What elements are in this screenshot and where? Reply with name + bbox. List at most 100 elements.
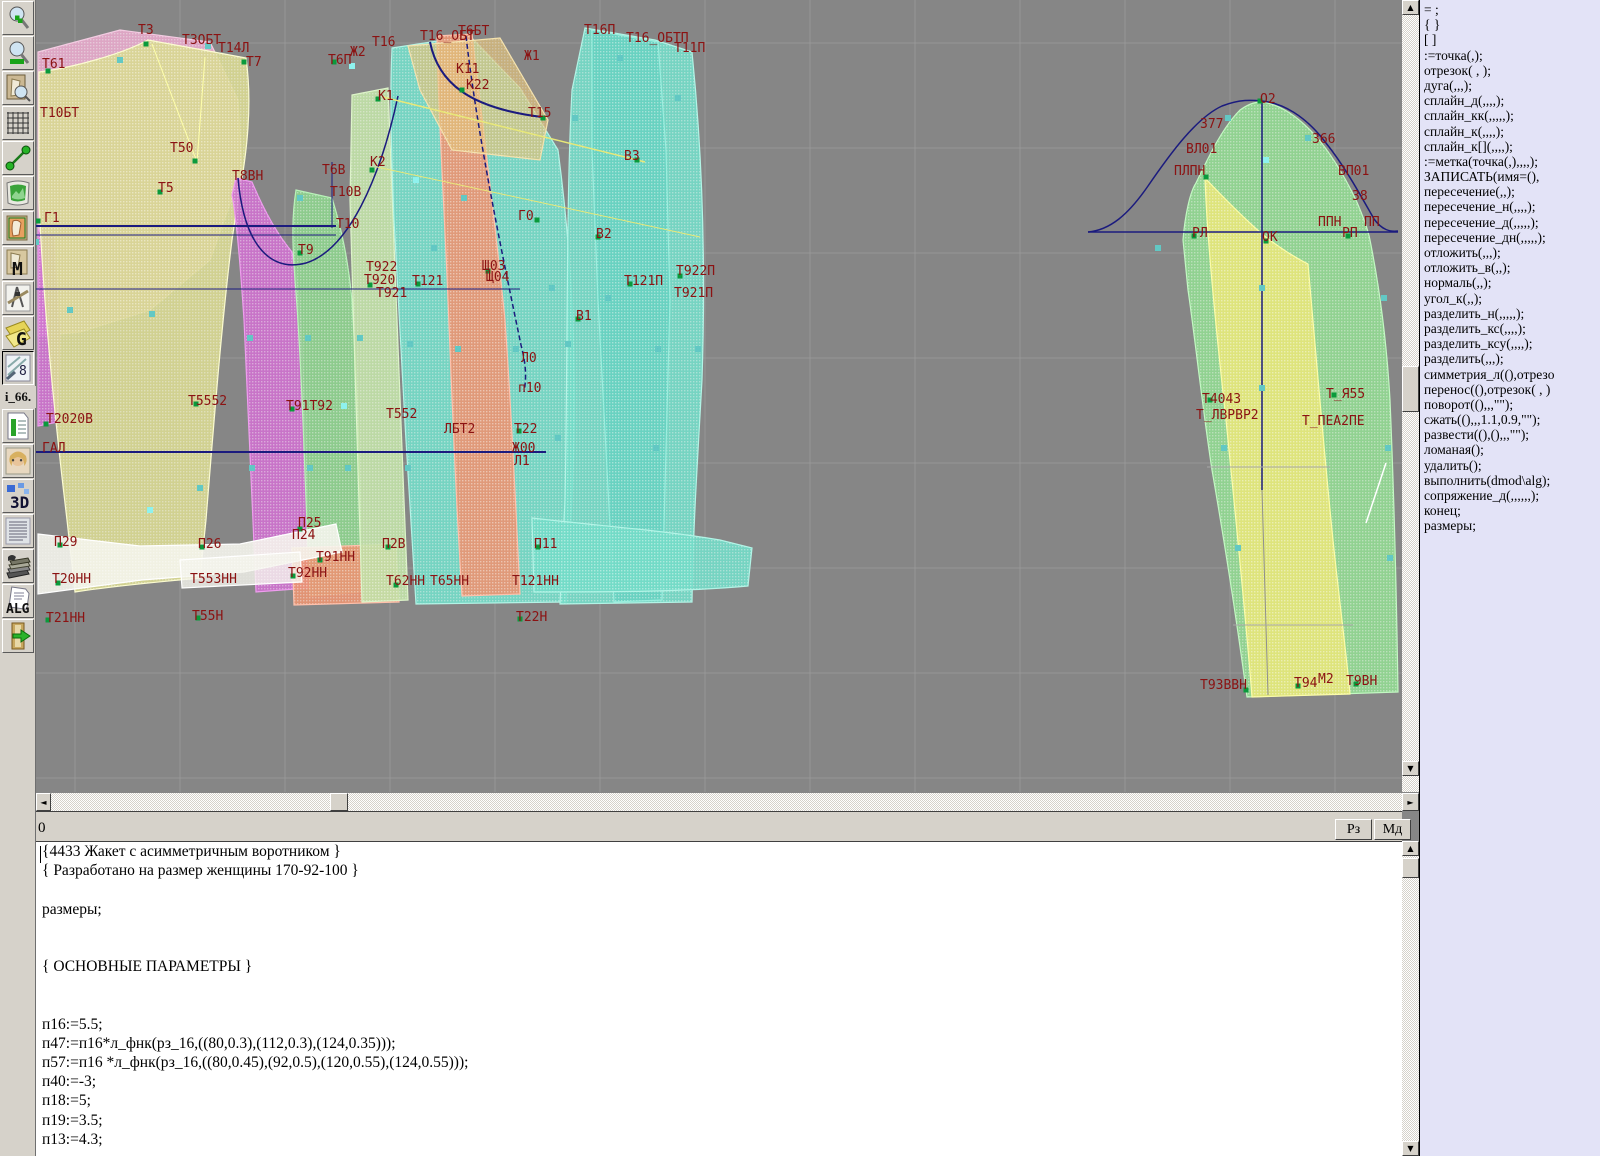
point-marker[interactable] [305,335,311,341]
rz-button[interactable]: Рз [1335,819,1372,840]
command-item[interactable]: угол_к(,,); [1424,291,1600,306]
command-item[interactable]: сплайн_к[](,,,,); [1424,139,1600,154]
point-marker[interactable] [1387,555,1393,561]
point-marker[interactable] [36,239,39,245]
point-marker[interactable] [341,403,347,409]
point-marker[interactable] [1225,115,1231,121]
model-photo-tool[interactable] [2,444,34,478]
canvas-vscroll-thumb[interactable] [1402,366,1419,412]
point-marker[interactable] [460,88,465,93]
command-item[interactable]: пересечение_н(,,,,); [1424,199,1600,214]
point-marker[interactable] [197,485,203,491]
point-marker[interactable] [193,159,198,164]
point-marker[interactable] [695,346,701,352]
pattern-canvas[interactable]: Т61Т3ТЗОБТТ14ЛТ7Т6ПЖ2Т16Т16_ОБТТ6БТЖ1Т16… [36,0,1402,792]
canvas-vscrollbar[interactable]: ▲ ▼ [1402,0,1419,792]
drafting-tool[interactable] [2,281,34,315]
point-marker[interactable] [357,335,363,341]
point-marker[interactable] [147,507,153,513]
exit-tool[interactable] [2,619,34,653]
point-marker[interactable] [1385,445,1391,451]
command-item[interactable]: сжать((),,,1.1,0.9,""); [1424,412,1600,427]
command-item[interactable]: { } [1424,17,1600,32]
point-marker[interactable] [149,311,155,317]
point-marker[interactable] [535,218,540,223]
command-item[interactable]: сплайн_к(,,,,); [1424,124,1600,139]
point-marker[interactable] [675,95,681,101]
point-marker[interactable] [1221,445,1227,451]
command-item[interactable]: дуга(,,,); [1424,78,1600,93]
command-item[interactable]: сопряжение_д(,,,,,,); [1424,488,1600,503]
canvas-hscrollbar[interactable]: ◄ [36,793,1402,811]
command-item[interactable]: ЗАПИСАТЬ(имя=(), [1424,169,1600,184]
command-item[interactable]: нормаль(,,); [1424,275,1600,290]
point-marker[interactable] [1305,135,1311,141]
point-marker[interactable] [513,346,519,352]
command-item[interactable]: ломаная(); [1424,442,1600,457]
editor-scroll-down-button[interactable]: ▼ [1402,1141,1419,1156]
zoom-out-tool[interactable] [2,36,34,70]
command-item[interactable]: удалить(); [1424,458,1600,473]
pattern-view-tool[interactable] [2,211,34,245]
point-marker[interactable] [655,346,661,352]
command-item[interactable]: поворот((),,,""); [1424,397,1600,412]
image-tool[interactable] [2,176,34,210]
point-marker[interactable] [549,285,555,291]
command-item[interactable]: сплайн_д(,,,,); [1424,93,1600,108]
command-item[interactable]: = ; [1424,2,1600,17]
3d-tool[interactable]: 3D [2,479,34,513]
point-marker[interactable] [1259,385,1265,391]
point-marker[interactable] [405,465,411,471]
point-marker[interactable] [36,219,41,224]
algorithm-code-editor[interactable]: {4433 Жакет с асимметричным воротником }… [36,841,1402,1156]
preview-tool[interactable] [2,71,34,105]
list-tool[interactable] [2,514,34,548]
canvas-scroll-left-button[interactable]: ◄ [36,793,51,811]
point-marker[interactable] [1381,295,1387,301]
zoom-in-tool[interactable] [2,1,34,35]
point-marker[interactable] [572,115,578,121]
alg-tool[interactable]: ALG [2,584,34,618]
table-tool[interactable] [2,409,34,443]
point-marker[interactable] [455,346,461,352]
numeric-tool[interactable]: 8 [2,351,34,385]
editor-vscrollbar[interactable]: ▲ ▼ [1402,841,1419,1156]
canvas-scroll-up-button[interactable]: ▲ [1402,0,1419,15]
archive-tool[interactable] [2,549,34,583]
point-marker[interactable] [413,177,419,183]
point-marker[interactable] [307,465,313,471]
command-item[interactable]: сплайн_кк(,,,,,); [1424,108,1600,123]
command-item[interactable]: :=метка(точка(,),,,,); [1424,154,1600,169]
m-tool[interactable]: M [2,246,34,280]
command-item[interactable]: отложить(,,,); [1424,245,1600,260]
command-item[interactable]: перенос((),отрезок( , ) [1424,382,1600,397]
command-item[interactable]: разделить(,,,); [1424,351,1600,366]
point-marker[interactable] [247,335,253,341]
point-marker[interactable] [67,307,73,313]
point-marker[interactable] [249,465,255,471]
point-marker[interactable] [144,42,149,47]
command-item[interactable]: отрезок( , ); [1424,63,1600,78]
point-marker[interactable] [431,245,437,251]
g-tool[interactable]: G [2,316,34,350]
command-item[interactable]: разделить_ксу(,,,,); [1424,336,1600,351]
md-button[interactable]: Мд [1374,819,1411,840]
command-item[interactable]: пересечение_дн(,,,,,); [1424,230,1600,245]
grid-tool[interactable] [2,106,34,140]
point-marker[interactable] [345,465,351,471]
drawing-canvas-area[interactable]: Т61Т3ТЗОБТТ14ЛТ7Т6ПЖ2Т16Т16_ОБТТ6БТЖ1Т16… [36,0,1402,792]
point-marker[interactable] [653,445,659,451]
canvas-scroll-right-button[interactable]: ► [1402,793,1419,811]
command-item[interactable]: :=точка(,); [1424,48,1600,63]
command-item[interactable]: симметрия_л((),отрезо [1424,367,1600,382]
point-marker[interactable] [1259,285,1265,291]
command-item[interactable]: конец; [1424,503,1600,518]
command-item[interactable]: развести((),(),,,""); [1424,427,1600,442]
command-item[interactable]: разделить_кс(,,,,); [1424,321,1600,336]
point-marker[interactable] [1263,157,1269,163]
point-marker[interactable] [617,55,623,61]
point-marker[interactable] [555,435,561,441]
measure-tool[interactable] [2,141,34,175]
canvas-hscroll-thumb[interactable] [330,793,348,811]
command-item[interactable]: размеры; [1424,518,1600,533]
